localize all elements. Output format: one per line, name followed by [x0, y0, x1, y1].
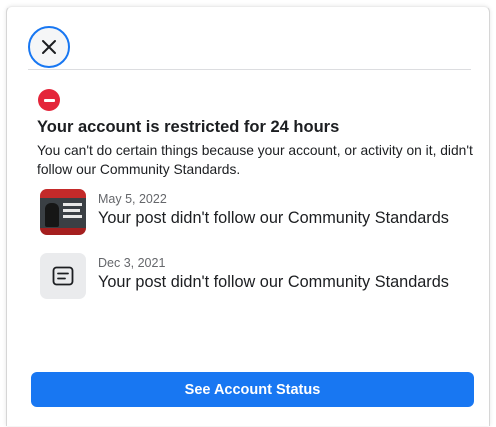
violation-item[interactable]: May 5, 2022 Your post didn't follow our … — [37, 189, 477, 235]
close-icon — [42, 40, 56, 54]
violation-title: Your post didn't follow our Community St… — [98, 273, 449, 291]
violation-item[interactable]: Dec 3, 2021 Your post didn't follow our … — [37, 253, 477, 299]
violation-date: Dec 3, 2021 — [98, 256, 166, 270]
close-button[interactable] — [28, 26, 70, 68]
restriction-headline: Your account is restricted for 24 hours — [37, 118, 340, 136]
restriction-dialog: Your account is restricted for 24 hours … — [6, 6, 490, 426]
stop-icon — [38, 89, 60, 111]
restriction-description: You can't do certain things because your… — [37, 143, 473, 177]
violation-date: May 5, 2022 — [98, 192, 167, 206]
see-account-status-button[interactable]: See Account Status — [31, 372, 474, 407]
post-icon-container — [40, 253, 86, 299]
post-thumbnail — [40, 189, 86, 235]
post-text-icon — [52, 266, 74, 286]
header-divider — [28, 69, 471, 70]
violation-title: Your post didn't follow our Community St… — [98, 209, 449, 227]
